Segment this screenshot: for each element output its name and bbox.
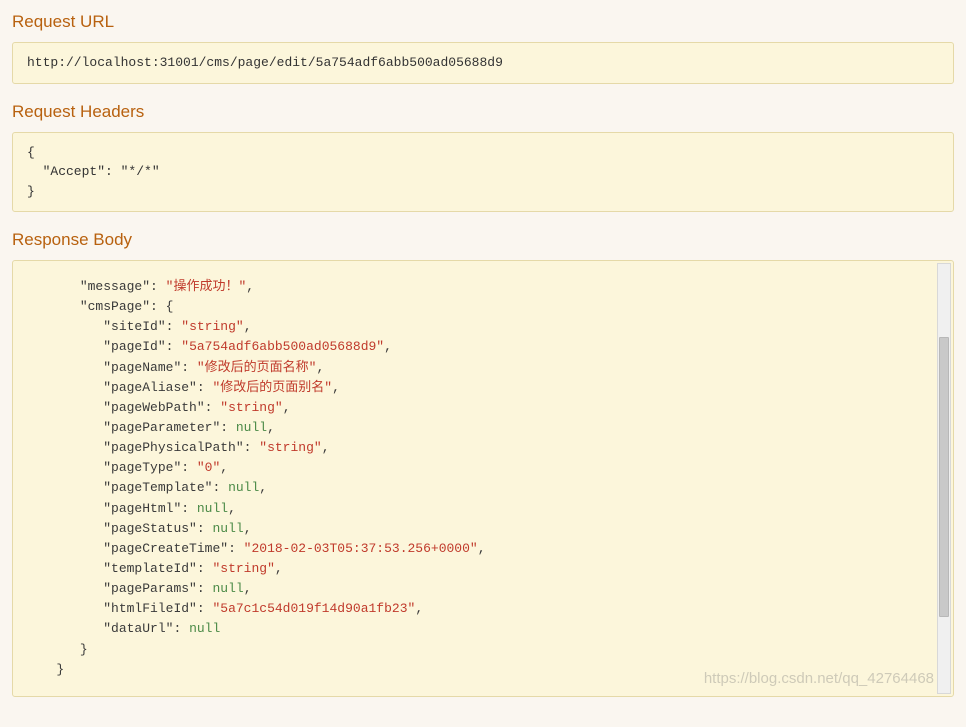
json-line: "pageType": "0", <box>33 458 933 478</box>
response-body-title: Response Body <box>12 230 954 250</box>
header-line: "Accept": "*/*" <box>27 162 939 182</box>
scrollbar-thumb[interactable] <box>939 337 949 617</box>
request-headers-title: Request Headers <box>12 102 954 122</box>
json-line: "cmsPage": { <box>33 297 933 317</box>
json-line: "htmlFileId": "5a7c1c54d019f14d90a1fb23"… <box>33 599 933 619</box>
response-body-box[interactable]: "message": "操作成功！", "cmsPage": { "siteId… <box>12 260 954 697</box>
json-line: "message": "操作成功！", <box>33 277 933 297</box>
json-line: "pageName": "修改后的页面名称", <box>33 358 933 378</box>
json-line: "pageParams": null, <box>33 579 933 599</box>
json-line: "pageCreateTime": "2018-02-03T05:37:53.2… <box>33 539 933 559</box>
json-line: "pageStatus": null, <box>33 519 933 539</box>
json-line: "pageHtml": null, <box>33 499 933 519</box>
response-body-section: Response Body "message": "操作成功！", "cmsPa… <box>12 230 954 697</box>
request-headers-section: Request Headers { "Accept": "*/*"} <box>12 102 954 213</box>
header-line: { <box>27 143 939 163</box>
json-line: "pageParameter": null, <box>33 418 933 438</box>
request-headers-box[interactable]: { "Accept": "*/*"} <box>12 132 954 213</box>
json-line: "templateId": "string", <box>33 559 933 579</box>
request-url-value[interactable]: http://localhost:31001/cms/page/edit/5a7… <box>12 42 954 84</box>
json-line: "pagePhysicalPath": "string", <box>33 438 933 458</box>
json-line: "pageAliase": "修改后的页面别名", <box>33 378 933 398</box>
json-line: "siteId": "string", <box>33 317 933 337</box>
header-line: } <box>27 182 939 202</box>
json-line: "dataUrl": null <box>33 619 933 639</box>
scrollbar[interactable] <box>937 263 951 694</box>
json-line: } <box>33 640 933 660</box>
json-line: "pageTemplate": null, <box>33 478 933 498</box>
request-url-section: Request URL http://localhost:31001/cms/p… <box>12 12 954 84</box>
json-line: "pageId": "5a754adf6abb500ad05688d9", <box>33 337 933 357</box>
json-line: } <box>33 660 933 680</box>
request-url-title: Request URL <box>12 12 954 32</box>
json-line: "pageWebPath": "string", <box>33 398 933 418</box>
